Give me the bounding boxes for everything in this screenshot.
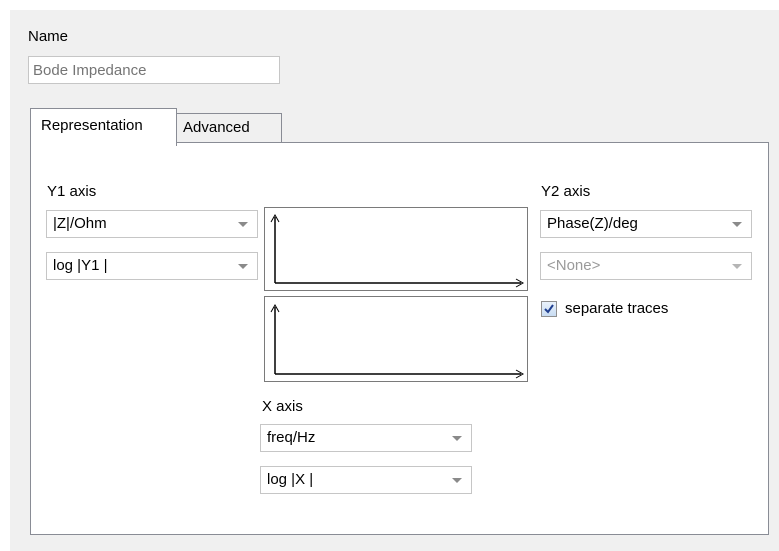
- axes-preview-icon: [270, 213, 525, 288]
- x-scale-value: log |X |: [267, 471, 314, 488]
- y1-scale-value: log |Y1 |: [53, 257, 108, 274]
- chevron-down-icon: [732, 222, 742, 227]
- chevron-down-icon: [238, 222, 248, 227]
- separate-traces-checkbox[interactable]: [541, 301, 557, 317]
- x-axis-label: X axis: [262, 398, 303, 415]
- y2-axes-preview: [264, 296, 528, 382]
- x-quantity-select[interactable]: freq/Hz: [260, 424, 472, 452]
- checkmark-icon: [544, 304, 554, 314]
- y2-secondary-select: <None>: [540, 252, 752, 280]
- tab-advanced[interactable]: Advanced: [176, 113, 282, 142]
- axes-preview-icon: [270, 303, 525, 379]
- separate-traces-label[interactable]: separate traces: [565, 300, 668, 317]
- y2-axis-label: Y2 axis: [541, 183, 591, 200]
- name-input[interactable]: [28, 56, 280, 84]
- x-quantity-value: freq/Hz: [267, 429, 316, 446]
- chevron-down-icon: [238, 264, 248, 269]
- chevron-down-icon: [732, 264, 742, 269]
- y1-axis-label: Y1 axis: [47, 183, 97, 200]
- chevron-down-icon: [452, 478, 462, 483]
- y2-quantity-value: Phase(Z)/deg: [547, 215, 638, 232]
- y2-quantity-select[interactable]: Phase(Z)/deg: [540, 210, 752, 238]
- y1-quantity-select[interactable]: |Z|/Ohm: [46, 210, 258, 238]
- name-label: Name: [28, 28, 69, 45]
- y1-scale-select[interactable]: log |Y1 |: [46, 252, 258, 280]
- y2-secondary-value: <None>: [547, 257, 601, 274]
- y1-quantity-value: |Z|/Ohm: [53, 215, 107, 232]
- x-scale-select[interactable]: log |X |: [260, 466, 472, 494]
- chevron-down-icon: [452, 436, 462, 441]
- tab-representation[interactable]: Representation: [30, 108, 177, 146]
- y1-axes-preview: [264, 207, 528, 291]
